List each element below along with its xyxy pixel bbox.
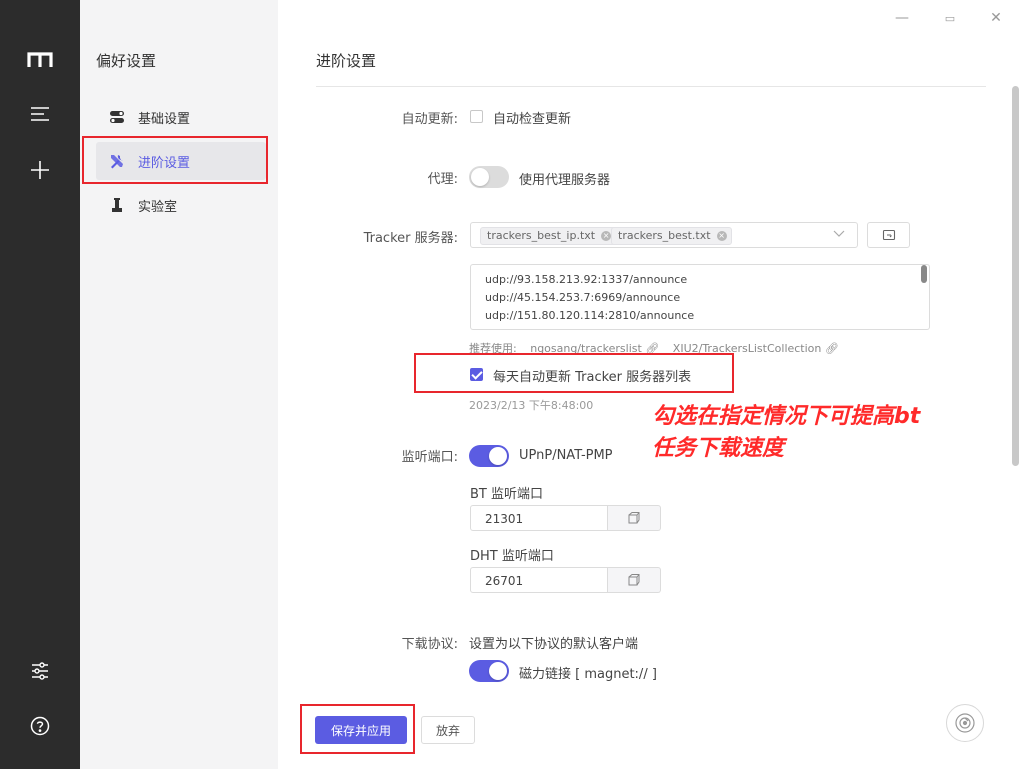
engine-icon	[955, 713, 975, 733]
magnet-switch[interactable]	[469, 660, 509, 682]
tracker-line: udp://151.80.120.114:2810/announce	[485, 309, 695, 322]
motrix-logo-icon[interactable]	[22, 42, 58, 78]
close-button[interactable]: ✕	[986, 8, 1006, 28]
sync-icon	[882, 229, 895, 241]
annotation-text-line2: 任务下载速度	[652, 436, 785, 461]
discard-button[interactable]: 放弃	[421, 716, 475, 744]
tracker-list-textarea[interactable]: udp://93.158.213.92:1337/announce udp://…	[470, 264, 930, 330]
tag-remove-icon[interactable]: ×	[601, 231, 612, 241]
recommend-link-ngosang[interactable]: ngosang/trackerslist 🔗︎	[530, 342, 659, 355]
proxy-label: 代理:	[427, 172, 458, 187]
sidebar-item-lab[interactable]: 实验室	[96, 186, 266, 224]
magnet-label: 磁力链接 [ magnet:// ]	[519, 667, 657, 682]
auto-update-checkbox[interactable]	[470, 110, 483, 123]
add-icon[interactable]	[22, 152, 58, 188]
app-rail	[0, 0, 80, 769]
tracker-line: udp://45.154.253.7:6969/announce	[485, 291, 681, 304]
dht-port-random-button[interactable]	[608, 567, 661, 593]
auto-update-option: 自动检查更新	[493, 112, 572, 127]
tracker-auto-update-checkbox[interactable]	[470, 368, 483, 381]
sidebar-item-basic[interactable]: 基础设置	[96, 98, 266, 136]
upnp-switch[interactable]	[469, 445, 509, 467]
link-icon: 🔗︎	[824, 342, 839, 355]
textarea-scrollbar[interactable]	[921, 265, 927, 283]
minimize-button[interactable]: —	[892, 8, 912, 28]
app-window: 偏好设置 基础设置 进阶设置 实验室 — ▭ ✕ 进阶设置 自动更新: 自动检查…	[0, 0, 1024, 769]
sidebar-item-label: 基础设置	[138, 111, 191, 127]
settings-sliders-icon[interactable]	[22, 653, 58, 689]
menu-icon[interactable]	[22, 96, 58, 132]
sidebar-item-label: 进阶设置	[138, 155, 191, 171]
tracker-label: Tracker 服务器:	[363, 231, 458, 246]
tracker-line: udp://93.158.213.92:1337/announce	[485, 273, 688, 286]
dice-icon	[628, 512, 640, 524]
protocol-desc: 设置为以下协议的默认客户端	[469, 637, 639, 652]
maximize-button[interactable]: ▭	[940, 8, 960, 28]
tracker-tag: trackers_best.txt ×	[611, 227, 732, 245]
chevron-down-icon[interactable]	[832, 226, 846, 240]
preferences-sidebar: 偏好设置 基础设置 进阶设置 实验室	[80, 0, 278, 769]
tracker-last-update: 2023/2/13 下午8:48:00	[469, 399, 594, 412]
flask-icon	[108, 196, 126, 214]
save-apply-button[interactable]: 保存并应用	[315, 716, 407, 744]
bt-port-label: BT 监听端口	[470, 487, 543, 502]
dht-port-label: DHT 监听端口	[470, 549, 554, 564]
listen-port-label: 监听端口:	[401, 450, 458, 465]
dice-icon	[628, 574, 640, 586]
recommend-link-xiu2[interactable]: XIU2/TrackersListCollection 🔗︎	[673, 342, 839, 355]
tracker-recommend: 推荐使用: ngosang/trackerslist 🔗︎ XIU2/Track…	[469, 340, 849, 356]
engine-status-button[interactable]	[946, 704, 984, 742]
bt-port-input[interactable]: 21301	[470, 505, 608, 531]
toggle-icon	[108, 108, 126, 126]
help-icon[interactable]	[22, 708, 58, 744]
tracker-auto-update-label: 每天自动更新 Tracker 服务器列表	[493, 370, 692, 385]
tools-icon	[108, 152, 126, 170]
proxy-switch[interactable]	[469, 166, 509, 188]
sidebar-item-label: 实验室	[138, 199, 178, 215]
upnp-label: UPnP/NAT-PMP	[519, 448, 613, 463]
auto-update-label: 自动更新:	[401, 112, 458, 127]
protocol-label: 下载协议:	[401, 637, 458, 652]
sync-tracker-button[interactable]	[867, 222, 910, 248]
bt-port-random-button[interactable]	[608, 505, 661, 531]
proxy-option: 使用代理服务器	[519, 173, 611, 188]
tracker-source-select[interactable]: trackers_best_ip.txt × trackers_best.txt ×	[470, 222, 858, 248]
page-scrollbar[interactable]	[1012, 86, 1019, 466]
page-title: 进阶设置	[316, 52, 377, 70]
recommend-label: 推荐使用:	[469, 342, 517, 355]
tag-remove-icon[interactable]: ×	[716, 231, 727, 241]
annotation-text-line1: 勾选在指定情况下可提高bt	[652, 404, 921, 429]
title-divider	[316, 86, 986, 87]
dht-port-input[interactable]: 26701	[470, 567, 608, 593]
sidebar-item-advanced[interactable]: 进阶设置	[96, 142, 266, 180]
sidebar-title: 偏好设置	[96, 52, 157, 70]
link-icon: 🔗︎	[645, 342, 660, 355]
tracker-tag: trackers_best_ip.txt ×	[480, 227, 617, 245]
